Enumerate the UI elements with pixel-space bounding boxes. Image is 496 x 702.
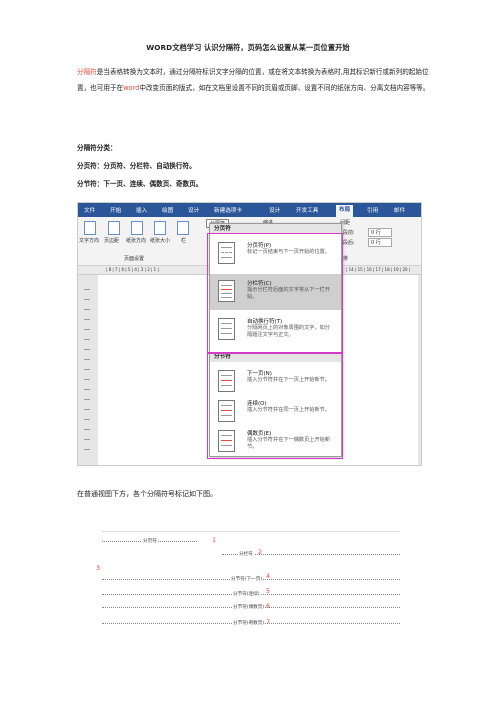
tab-layout[interactable]: 布局 [336, 205, 354, 217]
before-label: 段前: [343, 230, 355, 236]
before-input[interactable]: 0 行 [368, 228, 392, 237]
break-marks-screenshot: 分页符 1 分栏符 2 3 分节符(下一页) 4 分节符(连续) 5 分节符(偶… [92, 523, 410, 630]
word-ribbon-screenshot: 文件 开始 插入 绘图 设计 新建选项卡 设计 开发工具 布局 引用 邮件 文字… [77, 202, 422, 466]
size-label[interactable]: 纸张大小 [150, 237, 170, 244]
arrange-label: 排 [343, 256, 349, 262]
margins-label[interactable]: 页边距 [104, 237, 119, 244]
intro-highlight: 分隔符 [77, 68, 97, 76]
tab-design-2[interactable]: 设计 [269, 206, 280, 214]
ruler-left: | 8 | 7 | 6 | 5 | 4 | 3 | 2 | 1 | [106, 267, 159, 272]
marker-1: 1 [212, 536, 217, 544]
intro-word: word [123, 84, 140, 92]
page-break-line: 分页符：分页符、分栏符、自动换行符。 [77, 162, 196, 170]
mark-section-continuous: 分节符(连续) [232, 591, 261, 597]
tab-insert[interactable]: 插入 [136, 206, 147, 214]
tab-file[interactable]: 文件 [84, 206, 95, 214]
types-heading: 分隔符分类： [77, 144, 117, 152]
tab-home[interactable]: 开始 [110, 206, 121, 214]
tab-draw[interactable]: 绘图 [162, 206, 173, 214]
margins-icon[interactable] [108, 221, 120, 235]
page-setup-group-label: 页面设置 [124, 256, 145, 262]
mark-column-break: 分栏符 [238, 551, 254, 557]
intro-text-4: 页眉或页脚、设置不同的纸张方向、分离文档内容等等。 [264, 84, 430, 92]
ribbon-tab-bar: 文件 开始 插入 绘图 设计 新建选项卡 设计 开发工具 布局 引用 邮件 [78, 203, 421, 217]
after-label: 段后: [343, 240, 355, 246]
intro-text-1: 是当表格转换为文本时，通过分隔符标识文字分隔的位置，或在将文本转换为表格时,用 [96, 68, 350, 76]
page-breaks-highlight [207, 233, 343, 353]
marker-4: 4 [266, 572, 271, 580]
mark-section-odd-page: 分节符(奇数页) [232, 620, 266, 626]
tab-design[interactable]: 设计 [188, 206, 199, 214]
ruler-right: | 14 | 15 | 16 | 17 | 18 | 19 | 20 | [346, 267, 411, 272]
mark-section-next-page: 分节符(下一页) [230, 576, 264, 582]
caption: 在普通视图下方，各个分隔符号标记如下图。 [77, 490, 217, 498]
orientation-label[interactable]: 纸张方向 [126, 237, 146, 244]
mark-section-even-page: 分节符(偶数页) [232, 604, 266, 610]
marker-7: 7 [266, 618, 271, 626]
marker-5: 5 [266, 587, 271, 595]
tab-references[interactable]: 引用 [367, 206, 378, 214]
tab-mailings[interactable]: 邮件 [394, 206, 405, 214]
intro-text-3: 中改变页面的版式，如在文档里设置不同的 [139, 84, 265, 92]
tab-new[interactable]: 新建选项卡 [214, 206, 242, 214]
section-break-line: 分节符：下一页、连续、偶数页、奇数页。 [77, 180, 203, 188]
mark-page-break: 分页符 [142, 538, 158, 544]
tab-developer[interactable]: 开发工具 [296, 206, 318, 214]
after-input[interactable]: 0 行 [368, 238, 392, 247]
columns-label[interactable]: 栏 [181, 237, 186, 244]
text-direction-label[interactable]: 文字方向 [79, 237, 99, 244]
text-direction-icon[interactable] [84, 221, 96, 235]
marker-6: 6 [266, 602, 271, 610]
columns-icon[interactable] [177, 221, 189, 235]
marker-2: 2 [258, 548, 263, 556]
intro-paragraph: 分隔符是当表格转换为文本时，通过分隔符标识文字分隔的位置，或在将文本转换为表格时… [77, 64, 437, 96]
orientation-icon[interactable] [131, 221, 143, 235]
size-icon[interactable] [154, 221, 166, 235]
document-title: WORD文档学习 认识分隔符，页码怎么设置从某一页位置开始 [146, 43, 350, 52]
marker-3: 3 [96, 564, 101, 572]
section-breaks-highlight [207, 353, 343, 459]
